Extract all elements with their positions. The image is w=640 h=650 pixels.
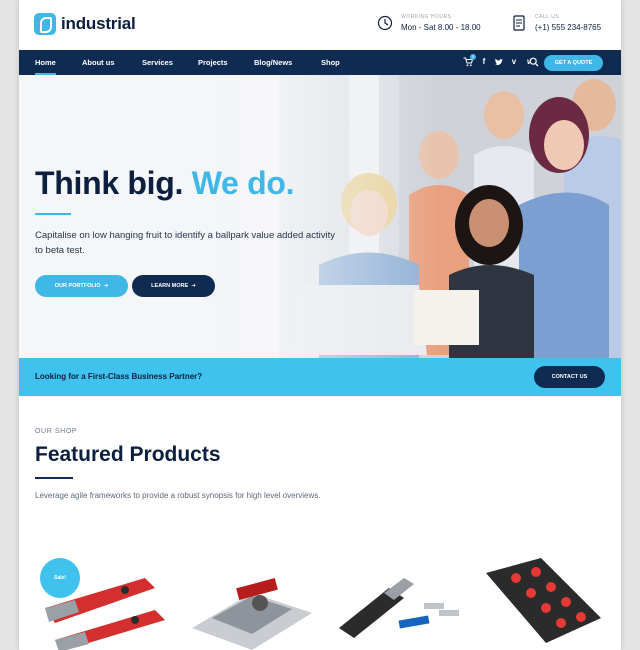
hero-divider [35, 213, 71, 215]
nav-shop[interactable]: Shop [321, 50, 340, 75]
nav-blog[interactable]: Blog/News [254, 50, 292, 75]
our-portfolio-label: OUR PORTFOLIO [54, 283, 101, 289]
clock-icon [377, 15, 393, 31]
hero-text: Capitalise on low hanging fruit to ident… [35, 230, 335, 256]
hero-fade-overlay [19, 75, 439, 358]
cart-count-badge: 0 [470, 54, 476, 60]
contact-us-button[interactable]: CONTACT US [534, 366, 605, 388]
hero-title-main: Think big. [35, 165, 184, 201]
nav-home[interactable]: Home [35, 50, 56, 75]
vine-icon[interactable]: v [509, 57, 519, 67]
nav-services[interactable]: Services [142, 50, 173, 75]
page: industrial WORKING HOURS Mon - Sat 8.00 … [19, 0, 621, 650]
search-icon[interactable] [529, 57, 539, 67]
nav-about[interactable]: About us [82, 50, 115, 75]
shop-divider [35, 477, 73, 479]
shop-eyebrow: OUR SHOP [35, 428, 78, 435]
hours-label: WORKING HOURS [401, 14, 452, 20]
shop-text: Leverage agile frameworks to provide a r… [35, 491, 321, 500]
logo[interactable]: industrial [34, 13, 136, 35]
hours-value: Mon - Sat 8.00 - 18.00 [401, 23, 481, 32]
call-value[interactable]: (+1) 555 234-8765 [535, 23, 601, 33]
call-us: CALL US (+1) 555 234-8765 [511, 14, 601, 33]
logo-text: industrial [61, 14, 136, 33]
twitter-icon[interactable] [494, 57, 504, 67]
call-label: CALL US [535, 14, 560, 20]
phone-document-icon [513, 15, 525, 31]
working-hours: WORKING HOURS Mon - Sat 8.00 - 18.00 [377, 14, 481, 33]
socket-set-product[interactable] [476, 548, 616, 650]
arrow-right-icon: ➜ [102, 283, 109, 289]
facebook-icon[interactable]: f [479, 57, 489, 67]
hero-banner: Think big. We do. Capitalise on low hang… [19, 75, 621, 358]
hero-title-highlight: We do. [191, 165, 295, 201]
cta-text: Looking for a First-Class Business Partn… [35, 372, 203, 381]
learn-more-button[interactable]: LEARN MORE ➜ [132, 275, 215, 297]
box-cutter-product[interactable] [329, 548, 469, 650]
main-nav: Home About us Services Projects Blog/New… [19, 50, 621, 75]
cta-bar: Looking for a First-Class Business Partn… [19, 358, 621, 396]
hero-title: Think big. We do. [35, 165, 295, 202]
site-header: industrial WORKING HOURS Mon - Sat 8.00 … [19, 0, 621, 50]
arrow-right-icon: ➜ [189, 283, 196, 289]
learn-more-label: LEARN MORE [151, 283, 189, 289]
sale-badge: Sale! [40, 558, 80, 598]
logo-icon [34, 13, 56, 35]
our-portfolio-button[interactable]: OUR PORTFOLIO ➜ [35, 275, 128, 297]
tile-cutter-product[interactable] [182, 548, 322, 650]
shop-title: Featured Products [35, 443, 221, 466]
get-a-quote-button[interactable]: GET A QUOTE [544, 55, 603, 71]
nav-projects[interactable]: Projects [198, 50, 228, 75]
